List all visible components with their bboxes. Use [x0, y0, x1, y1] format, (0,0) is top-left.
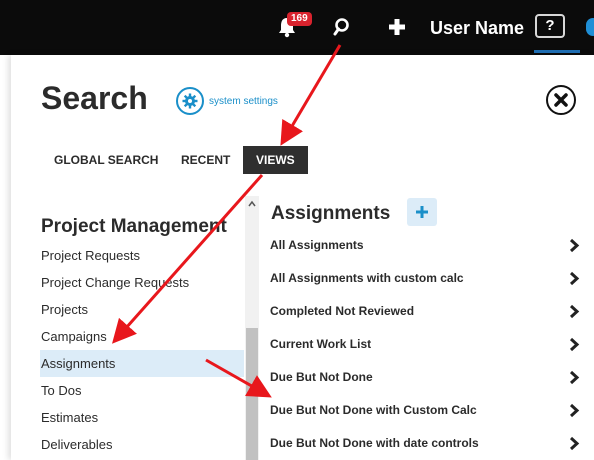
view-item[interactable]: Completed Not Reviewed [270, 295, 584, 328]
chevron-right-icon[interactable] [568, 337, 580, 352]
view-item-label[interactable]: Due But Not Done with date controls [270, 436, 479, 450]
view-item[interactable]: Due But Not Done with Custom Calc [270, 394, 584, 427]
view-item-label[interactable]: Current Work List [270, 337, 371, 351]
category-item[interactable]: Project Change Requests [41, 269, 244, 296]
scroll-up-icon[interactable] [246, 198, 258, 210]
category-item[interactable]: Deliverables [41, 431, 244, 458]
add-view-button[interactable] [407, 198, 437, 226]
toggle-indicator[interactable] [586, 18, 594, 36]
category-item[interactable]: Projects [41, 296, 244, 323]
system-settings-link[interactable]: system settings [176, 86, 278, 116]
section-title: Project Management [41, 216, 227, 237]
views-list: All Assignments All Assignments with cus… [270, 229, 584, 460]
chevron-right-icon[interactable] [568, 370, 580, 385]
page-title: Search [41, 80, 148, 116]
system-settings-label[interactable]: system settings [209, 96, 278, 107]
tab-global-search[interactable]: GLOBAL SEARCH [54, 146, 158, 174]
category-item[interactable]: To Dos [41, 377, 244, 404]
category-item[interactable]: Campaigns [41, 323, 244, 350]
chevron-right-icon[interactable] [568, 271, 580, 286]
top-nav-bar: 169 User Name ? [0, 0, 594, 55]
views-title: Assignments [271, 203, 391, 224]
plus-icon[interactable] [387, 17, 407, 37]
notification-count-badge: 169 [287, 12, 312, 26]
plus-icon[interactable] [416, 206, 428, 218]
gear-icon[interactable] [176, 87, 204, 115]
chevron-right-icon[interactable] [568, 403, 580, 418]
tab-recent[interactable]: RECENT [181, 146, 230, 174]
help-underline [534, 50, 580, 53]
view-item[interactable]: Due But Not Done [270, 361, 584, 394]
user-name-menu[interactable]: User Name [430, 18, 524, 39]
chevron-right-icon[interactable] [568, 436, 580, 451]
view-item[interactable]: All Assignments with custom calc [270, 262, 584, 295]
help-button[interactable]: ? [535, 14, 565, 38]
view-item-label[interactable]: Due But Not Done [270, 370, 373, 384]
view-item-label[interactable]: All Assignments [270, 238, 364, 252]
search-icon[interactable] [333, 17, 353, 37]
view-item[interactable]: Due But Not Done with date controls [270, 427, 584, 460]
view-item-label[interactable]: Due But Not Done with Custom Calc [270, 403, 477, 417]
tab-views[interactable]: VIEWS [243, 146, 308, 174]
close-icon[interactable] [552, 91, 570, 109]
view-item-label[interactable]: All Assignments with custom calc [270, 271, 464, 285]
category-item[interactable]: Project Requests [41, 242, 244, 269]
view-item[interactable]: All Assignments [270, 229, 584, 262]
scrollbar-thumb[interactable] [246, 328, 258, 460]
category-item-selected[interactable]: Assignments [40, 350, 244, 377]
chevron-right-icon[interactable] [568, 238, 580, 253]
category-item[interactable]: Estimates [41, 404, 244, 431]
view-item-label[interactable]: Completed Not Reviewed [270, 304, 414, 318]
view-item[interactable]: Current Work List [270, 328, 584, 361]
category-list: Project Requests Project Change Requests… [40, 242, 244, 458]
chevron-right-icon[interactable] [568, 304, 580, 319]
close-button[interactable] [546, 85, 576, 115]
